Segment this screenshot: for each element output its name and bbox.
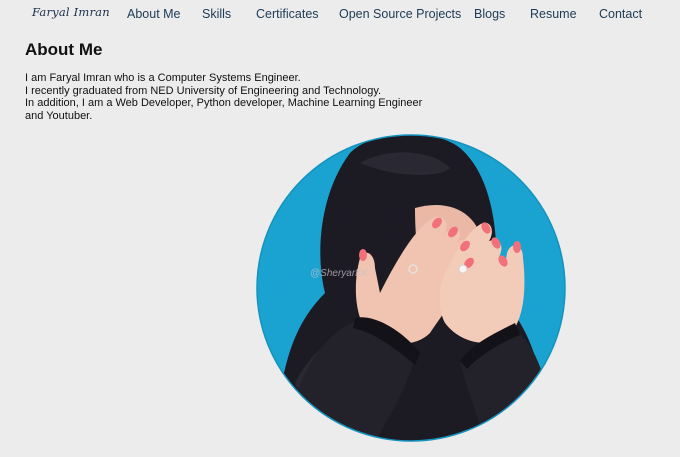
bio-line: In addition, I am a Web Developer, Pytho… xyxy=(25,97,423,110)
nav-link-blogs[interactable]: Blogs xyxy=(474,7,505,21)
page: Faryal Imran About Me Skills Certificate… xyxy=(0,0,680,457)
bio-line: I am Faryal Imran who is a Computer Syst… xyxy=(25,72,301,84)
nav-link-open-source-projects[interactable]: Open Source Projects xyxy=(339,7,461,21)
nav-link-resume[interactable]: Resume xyxy=(530,7,577,21)
nav-link-contact[interactable]: Contact xyxy=(599,7,642,21)
profile-picture-art: @SheryarKK xyxy=(256,134,566,442)
navbar: Faryal Imran About Me Skills Certificate… xyxy=(0,0,680,30)
nav-link-about-me[interactable]: About Me xyxy=(127,7,181,21)
nav-links: About Me Skills Certificates Open Source… xyxy=(0,7,680,23)
about-me-bio: I am Faryal Imran who is a Computer Syst… xyxy=(25,72,425,123)
bio-line: and Youtuber. xyxy=(25,110,93,123)
nail xyxy=(513,241,521,253)
about-me-heading: About Me xyxy=(25,40,103,59)
ring xyxy=(458,264,468,274)
nail xyxy=(359,249,367,261)
nav-link-skills[interactable]: Skills xyxy=(202,7,231,21)
nav-link-certificates[interactable]: Certificates xyxy=(256,7,319,21)
bio-line: I recently graduated from NED University… xyxy=(25,84,382,97)
profile-picture: @SheryarKK xyxy=(255,133,567,443)
image-watermark: @SheryarKK xyxy=(310,268,370,279)
